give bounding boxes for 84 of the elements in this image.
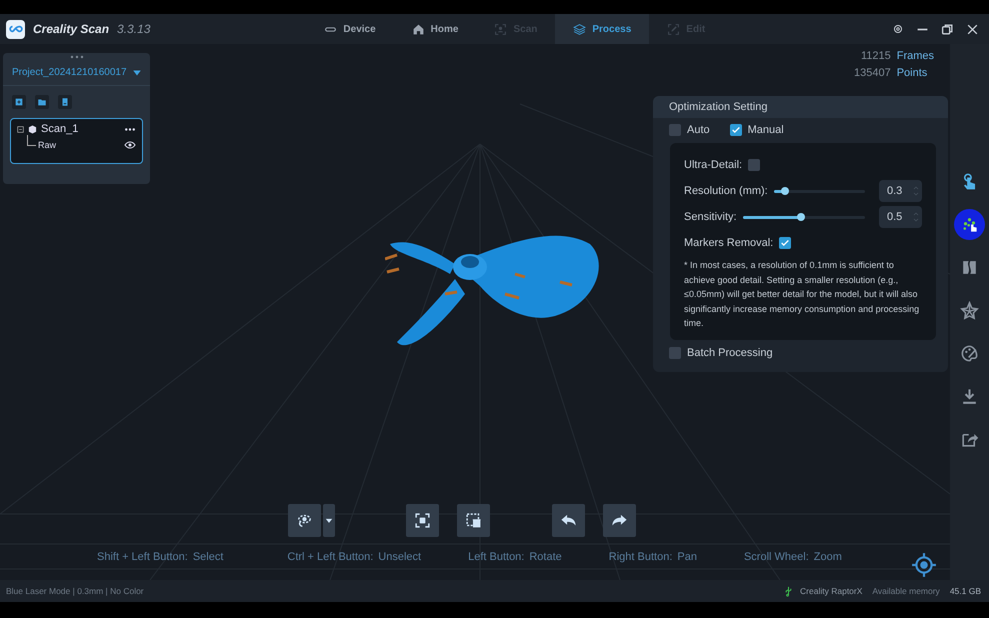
locate-target-icon[interactable] <box>911 552 937 578</box>
checkmark-icon <box>780 238 790 248</box>
spin-arrows-icon <box>913 210 919 224</box>
dropdown-triangle-icon[interactable] <box>132 68 142 78</box>
checkbox-label: Auto <box>687 124 710 136</box>
toolbar-button[interactable] <box>457 504 490 537</box>
slider[interactable] <box>742 216 865 218</box>
star-mesh-icon <box>960 301 979 320</box>
palette-icon <box>960 344 979 363</box>
shortcut-key: Right Button: <box>608 551 672 563</box>
scan-item-card[interactable]: Scan_1 Raw <box>10 118 143 164</box>
shortcut-action: Select <box>192 551 224 563</box>
shortcut-key: Ctrl + Left Button: <box>287 551 374 563</box>
stat-value: 135407 <box>854 67 891 79</box>
app-name: Creality Scan <box>33 22 110 36</box>
checkbox[interactable] <box>779 237 792 249</box>
toolbar-button[interactable] <box>552 504 585 537</box>
close-icon[interactable] <box>966 22 979 36</box>
add-file-icon <box>14 97 24 107</box>
spin-arrows-icon <box>913 184 919 198</box>
document-icon <box>60 97 70 107</box>
stat-label: Frames <box>896 50 934 62</box>
slider-thumb[interactable] <box>797 213 806 221</box>
scan-name: Scan_1 <box>41 123 78 135</box>
scan-mode-status: Blue Laser Mode | 0.3mm | No Color <box>6 586 144 596</box>
collapse-icon[interactable] <box>17 126 24 132</box>
number-field[interactable]: 0.3 <box>879 180 922 202</box>
scan-child-name: Raw <box>38 140 56 150</box>
import-folder-icon <box>37 97 47 107</box>
eye-icon[interactable] <box>124 139 136 151</box>
shortcut-action: Rotate <box>529 551 562 563</box>
home-icon <box>412 22 425 36</box>
download-icon <box>960 387 979 406</box>
shortcut-action: Unselect <box>378 551 422 563</box>
tool-button[interactable] <box>954 209 985 240</box>
memory-value: 45.1 GB <box>950 586 981 596</box>
toolbar-button[interactable] <box>288 504 321 537</box>
checkbox-label: Manual <box>748 124 784 136</box>
checkbox[interactable] <box>730 124 742 136</box>
setting-label: Resolution (mm): <box>684 185 768 197</box>
nav-tab[interactable]: Device <box>306 14 394 44</box>
checkbox[interactable] <box>669 346 681 358</box>
dropdown-button[interactable] <box>323 504 335 537</box>
shortcut-key: Scroll Wheel: <box>744 551 809 563</box>
slider-thumb[interactable] <box>780 187 789 195</box>
scan-frame-icon <box>494 22 508 36</box>
app-version: 3.3.13 <box>117 22 150 36</box>
more-options-icon[interactable] <box>124 126 136 132</box>
edit-icon <box>667 22 680 36</box>
cube-icon <box>28 124 37 134</box>
toolbar-button[interactable] <box>603 504 636 537</box>
mesh-panel-icon <box>960 258 979 277</box>
settings-icon[interactable] <box>892 23 904 35</box>
number-field[interactable]: 0.5 <box>879 206 922 228</box>
project-name[interactable]: Project_20241210160017 <box>12 67 127 78</box>
selection-refresh-icon <box>414 512 431 529</box>
panel-button[interactable] <box>35 95 49 109</box>
nav-tab[interactable]: Home <box>394 14 476 44</box>
checkmark-icon <box>730 125 741 135</box>
setting-label: Ultra-Detail: <box>684 159 742 171</box>
setting-label: Markers Removal: <box>684 237 774 249</box>
help-note: * In most cases, a resolution of 0.1mm is sufficient to achieve good detail. Setting a smaller resolution (e.g., ≤0.05mm) will get better detail for the model, but it will also significantly increase memory consumption and processing time. <box>684 259 920 330</box>
selection-delete-icon <box>465 512 482 529</box>
panel-button[interactable] <box>58 95 72 109</box>
shortcut-action: Pan <box>677 551 697 563</box>
stat-value: 11215 <box>860 50 891 62</box>
checkbox[interactable] <box>748 159 760 171</box>
panel-title: Optimization Setting <box>653 96 948 118</box>
setting-label: Sensitivity: <box>684 211 737 223</box>
lasso-icon <box>296 512 313 529</box>
restore-icon[interactable] <box>941 22 954 36</box>
caret-icon <box>325 517 333 524</box>
panel-button[interactable] <box>12 95 26 109</box>
stat-label: Points <box>896 67 928 79</box>
layers-icon <box>573 22 586 36</box>
device-name: Creality RaptorX <box>800 586 862 596</box>
memory-label: Available memory <box>872 586 940 596</box>
shortcut-action: Zoom <box>814 551 842 563</box>
toolbar-button[interactable] <box>406 504 439 537</box>
shortcut-key: Shift + Left Button: <box>97 551 188 563</box>
checkbox[interactable] <box>669 124 681 136</box>
nav-tab[interactable]: Process <box>555 14 650 44</box>
checkbox-label: Batch Processing <box>687 346 773 358</box>
shortcut-key: Left Button: <box>468 551 524 563</box>
